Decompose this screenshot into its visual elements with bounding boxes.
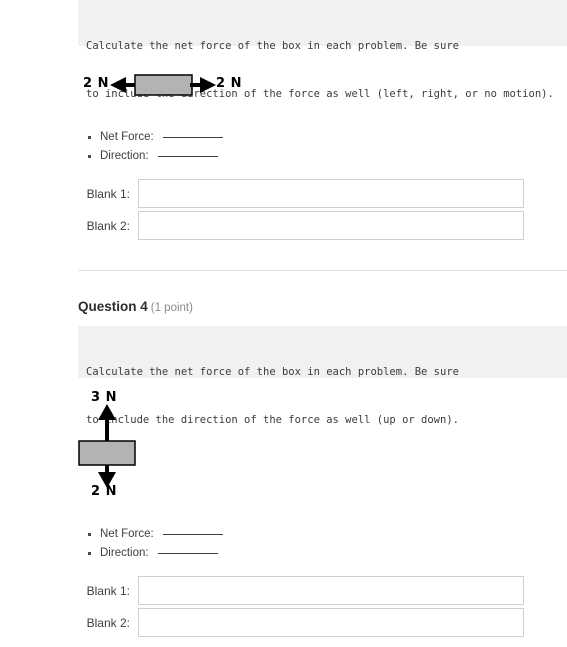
vertical-diagram-graphic <box>78 404 136 488</box>
net-force-blank-rule <box>162 534 223 535</box>
question-4-bullet-list: Net Force: Direction: <box>78 525 223 563</box>
gray-box-icon <box>78 440 136 466</box>
question-3-blank-1-row: Blank 1: <box>78 179 524 208</box>
question-4-blank-1-row: Blank 1: <box>78 576 524 605</box>
question-4-prompt: Calculate the net force of the box in ea… <box>78 326 567 426</box>
list-item: Net Force: <box>78 128 223 147</box>
blank-1-input[interactable] <box>138 576 524 605</box>
direction-blank-rule <box>157 156 218 157</box>
direction-label: Direction: <box>100 547 149 559</box>
question-4-heading: Question 4 (1 point) <box>78 299 193 314</box>
question-3-blank-2-row: Blank 2: <box>78 211 524 240</box>
direction-blank-rule <box>157 553 218 554</box>
blank-1-label: Blank 1: <box>86 583 130 598</box>
list-item: Direction: <box>78 544 223 563</box>
question-4-force-diagram: 3 N 2 N <box>70 388 200 506</box>
quiz-page: Calculate the net force of the box in ea… <box>0 0 567 647</box>
horizontal-diagram-graphic <box>110 74 216 96</box>
question-4-blank-2-row: Blank 2: <box>78 608 524 637</box>
list-item: Net Force: <box>78 525 223 544</box>
question-4-prompt-line-1: Calculate the net force of the box in ea… <box>86 366 459 378</box>
arrow-left-icon <box>110 77 138 93</box>
net-force-label: Net Force: <box>100 131 154 143</box>
question-3-force-diagram: 2 N 2 N <box>78 66 328 104</box>
net-force-label: Net Force: <box>100 528 154 540</box>
blank-1-label: Blank 1: <box>86 186 130 201</box>
question-4-points: (1 point) <box>150 302 193 314</box>
blank-2-input[interactable] <box>138 211 524 240</box>
question-3-prompt: Calculate the net force of the box in ea… <box>78 0 567 100</box>
net-force-blank-rule <box>162 137 223 138</box>
page-title: Question 4 <box>78 299 148 314</box>
question-divider <box>78 270 567 271</box>
direction-label: Direction: <box>100 150 149 162</box>
blank-2-input[interactable] <box>138 608 524 637</box>
question-3-prompt-line-1: Calculate the net force of the box in ea… <box>86 40 459 52</box>
question-3-bullet-list: Net Force: Direction: <box>78 128 223 166</box>
list-item: Direction: <box>78 147 223 166</box>
blank-2-label: Blank 2: <box>86 615 130 630</box>
arrow-up-icon <box>98 404 116 446</box>
arrow-right-icon <box>190 77 216 93</box>
blank-1-input[interactable] <box>138 179 524 208</box>
gray-box-icon <box>134 74 193 96</box>
blank-2-label: Blank 2: <box>86 218 130 233</box>
